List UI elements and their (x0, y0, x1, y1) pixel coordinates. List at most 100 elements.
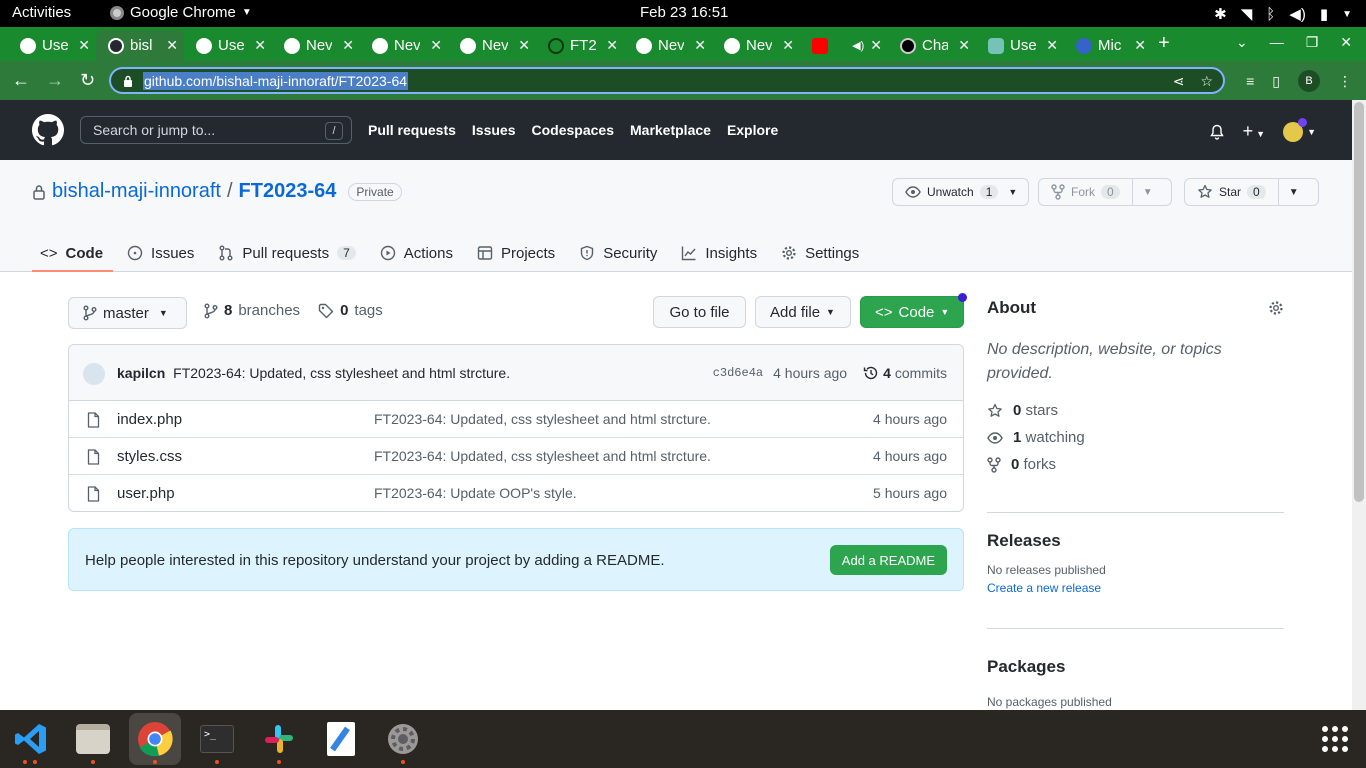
star-button[interactable]: Star 0 ▼ (1184, 178, 1319, 206)
file-name-link[interactable]: styles.css (117, 448, 182, 465)
close-tab-icon[interactable]: ✕ (342, 37, 354, 54)
browser-tab-active[interactable]: bisl ✕ (96, 30, 184, 61)
close-tab-icon[interactable]: ✕ (958, 37, 970, 54)
share-icon[interactable]: ⋖ (1173, 73, 1185, 90)
branch-select-button[interactable]: master ▼ (68, 297, 187, 329)
close-tab-icon[interactable]: ✕ (782, 37, 794, 54)
wifi-icon[interactable]: ◥ (1241, 5, 1253, 23)
gear-icon[interactable] (1268, 300, 1284, 316)
dock-vscode[interactable] (5, 713, 57, 765)
browser-tab[interactable]: Nev ✕ (360, 30, 448, 61)
lock-icon[interactable] (123, 75, 133, 87)
power-menu-icon[interactable]: ▼ (1342, 9, 1352, 20)
battery-icon[interactable]: ▮ (1320, 5, 1328, 23)
browser-tab[interactable]: Nev ✕ (624, 30, 712, 61)
scrollbar-thumb[interactable] (1354, 102, 1364, 502)
close-tab-icon[interactable]: ✕ (694, 37, 706, 54)
packages-title[interactable]: Packages (987, 657, 1284, 677)
address-bar[interactable]: github.com/bishal-maji-innoraft/FT2023-6… (109, 67, 1225, 94)
browser-tab[interactable]: FT2 ✕ (536, 30, 624, 61)
dock-chrome[interactable] (129, 713, 181, 765)
browser-tab[interactable]: Use ✕ (184, 30, 272, 61)
unwatch-button[interactable]: Unwatch 1 ▼ (892, 178, 1029, 206)
file-name-link[interactable]: index.php (117, 411, 182, 428)
dock-slack[interactable] (253, 713, 305, 765)
go-to-file-button[interactable]: Go to file (653, 296, 746, 328)
back-arrow-icon[interactable]: ← (12, 70, 30, 91)
browser-tab[interactable]: Nev ✕ (712, 30, 800, 61)
fork-dropdown-icon[interactable]: ▼ (1133, 187, 1163, 198)
add-readme-button[interactable]: Add a README (829, 545, 947, 575)
close-tab-icon[interactable]: ✕ (430, 37, 442, 54)
maximize-icon[interactable]: ❐ (1306, 34, 1319, 51)
tab-projects[interactable]: Projects (469, 234, 565, 272)
side-panel-icon[interactable]: ▯ (1272, 73, 1280, 90)
system-tray[interactable]: ✱ ◥ ᛒ ◀) ▮ ▼ (1214, 5, 1352, 24)
close-tab-icon[interactable]: ✕ (254, 37, 266, 54)
tab-issues[interactable]: Issues (119, 234, 204, 272)
code-dropdown-button[interactable]: <> Code ▼ (860, 296, 964, 328)
repo-owner-link[interactable]: bishal-maji-innoraft (52, 180, 221, 203)
show-applications-icon[interactable] (1322, 726, 1348, 752)
page-scrollbar[interactable] (1352, 100, 1366, 710)
file-name-link[interactable]: user.php (117, 485, 175, 502)
forward-arrow-icon[interactable]: → (46, 70, 64, 91)
bluetooth-icon[interactable]: ᛒ (1266, 6, 1275, 23)
create-release-link[interactable]: Create a new release (987, 581, 1284, 595)
volume-icon[interactable]: ◀) (1289, 5, 1306, 23)
star-dropdown-icon[interactable]: ▼ (1279, 187, 1309, 198)
nav-issues[interactable]: Issues (472, 122, 516, 138)
browser-tab[interactable]: Mic ✕ (1064, 30, 1152, 61)
tab-code[interactable]: <> Code (32, 234, 114, 272)
clock[interactable]: Feb 23 16:51 (640, 4, 728, 21)
commit-author-avatar[interactable] (83, 363, 105, 385)
new-tab-button[interactable]: + (1158, 32, 1170, 55)
nav-codespaces[interactable]: Codespaces (532, 122, 614, 138)
file-commit-message-link[interactable]: FT2023-64: Update OOP's style. (374, 485, 577, 501)
file-commit-message-link[interactable]: FT2023-64: Updated, css stylesheet and h… (374, 411, 711, 427)
commits-history-link[interactable]: 4 commits (863, 365, 947, 381)
dock-files[interactable] (67, 713, 119, 765)
tab-actions[interactable]: Actions (372, 234, 463, 272)
activities-button[interactable]: Activities (12, 4, 71, 21)
dock-settings[interactable] (377, 713, 429, 765)
app-menu[interactable]: Google Chrome ▼ (110, 4, 252, 21)
create-new-menu[interactable]: + ▼ (1243, 121, 1265, 142)
browser-tab[interactable]: Nev ✕ (448, 30, 536, 61)
dock-text-editor[interactable] (315, 713, 367, 765)
reading-list-icon[interactable]: ≡ (1246, 73, 1254, 89)
user-menu[interactable]: ▼ (1283, 117, 1316, 142)
github-search-input[interactable]: Search or jump to... / (80, 116, 352, 144)
tab-pull-requests[interactable]: Pull requests 7 (210, 234, 365, 272)
minimize-icon[interactable]: — (1270, 34, 1284, 51)
nav-explore[interactable]: Explore (727, 122, 778, 138)
notification-bell-icon[interactable] (1209, 124, 1225, 140)
reload-icon[interactable]: ↻ (80, 70, 95, 91)
browser-tab[interactable]: Use ✕ (8, 30, 96, 61)
profile-avatar[interactable]: B (1298, 70, 1320, 92)
file-commit-message-link[interactable]: FT2023-64: Updated, css stylesheet and h… (374, 448, 711, 464)
slack-tray-icon[interactable]: ✱ (1214, 5, 1227, 23)
add-file-button[interactable]: Add file ▼ (755, 296, 851, 328)
close-tab-icon[interactable]: ✕ (1046, 37, 1058, 54)
dock-terminal[interactable]: >_ (191, 713, 243, 765)
tags-link[interactable]: 0 tags (318, 302, 383, 319)
bookmark-star-icon[interactable]: ☆ (1200, 73, 1213, 90)
nav-pull-requests[interactable]: Pull requests (368, 122, 456, 138)
commit-sha-link[interactable]: c3d6e4a (713, 366, 763, 380)
url-text[interactable]: github.com/bishal-maji-innoraft/FT2023-6… (143, 72, 409, 90)
tab-insights[interactable]: Insights (673, 234, 767, 272)
tab-search-icon[interactable]: ⌄ (1236, 34, 1248, 51)
fork-button[interactable]: Fork 0 ▼ (1038, 178, 1172, 206)
tab-security[interactable]: Security (571, 234, 667, 272)
close-window-icon[interactable]: ✕ (1340, 34, 1352, 51)
commit-message-link[interactable]: FT2023-64: Updated, css stylesheet and h… (173, 365, 510, 381)
file-row[interactable]: user.php FT2023-64: Update OOP's style. … (69, 475, 963, 511)
releases-title[interactable]: Releases (987, 531, 1284, 551)
branches-link[interactable]: 8 branches (204, 302, 300, 319)
browser-tab[interactable]: Cha ✕ (888, 30, 976, 61)
speaker-icon[interactable]: ◀) (852, 39, 864, 52)
forks-link[interactable]: 0 forks (987, 456, 1284, 473)
close-tab-icon[interactable]: ✕ (870, 37, 882, 54)
browser-tab[interactable]: Nev ✕ (272, 30, 360, 61)
